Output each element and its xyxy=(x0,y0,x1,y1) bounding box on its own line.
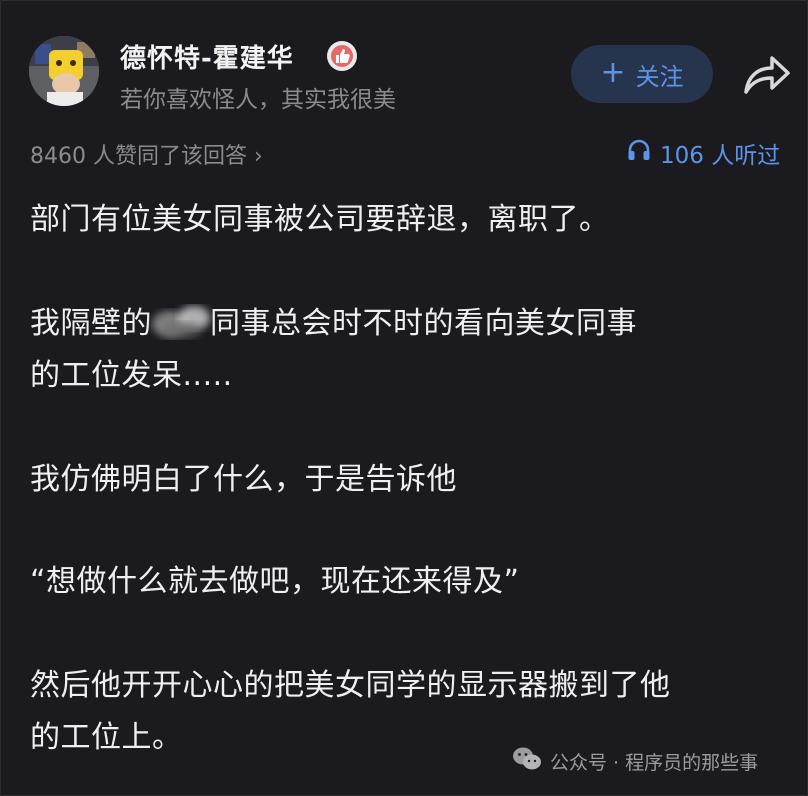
paragraph-2-before: 我隔壁的 xyxy=(30,306,152,341)
thumbs-up-badge-icon xyxy=(326,40,358,72)
paragraph-3: 我仿佛明白了什么，于是告诉他 xyxy=(30,462,457,497)
paragraph-5-line-2: 的工位上。 xyxy=(30,720,183,755)
author-bio: 若你喜欢怪人，其实我很美 xyxy=(120,87,396,113)
follow-label: 关注 xyxy=(635,62,684,91)
listen-count[interactable]: 106 人听过 xyxy=(626,137,781,169)
listen-label: 106 人听过 xyxy=(660,143,781,169)
likes-count-link[interactable]: 8460 人赞同了该回答 › xyxy=(30,138,263,170)
paragraph-2: 我隔壁的 同事总会时不时的看向美女同事 xyxy=(30,300,637,348)
paragraph-1: 部门有位美女同事被公司要辞退，离职了。 xyxy=(30,202,610,237)
share-arrow-icon[interactable] xyxy=(742,52,792,96)
watermark: 公众号 · 程序员的那些事 xyxy=(512,744,758,778)
wechat-icon xyxy=(512,746,542,777)
watermark-text: 公众号 · 程序员的那些事 xyxy=(550,751,759,774)
follow-button[interactable]: + 关注 xyxy=(571,45,713,103)
redacted-text-blur xyxy=(148,304,214,340)
headphones-icon xyxy=(626,137,652,169)
avatar[interactable] xyxy=(29,36,99,106)
author-name[interactable]: 德怀特-霍建华 xyxy=(120,38,294,75)
paragraph-5-line-1: 然后他开开心心的把美女同学的显示器搬到了他 xyxy=(30,668,671,703)
paragraph-4: “想做什么就去做吧，现在还来得及” xyxy=(30,564,520,599)
paragraph-2-after: 同事总会时不时的看向美女同事 xyxy=(210,306,637,341)
paragraph-2-line-2: 的工位发呆..... xyxy=(30,358,233,393)
plus-icon: + xyxy=(600,55,626,90)
